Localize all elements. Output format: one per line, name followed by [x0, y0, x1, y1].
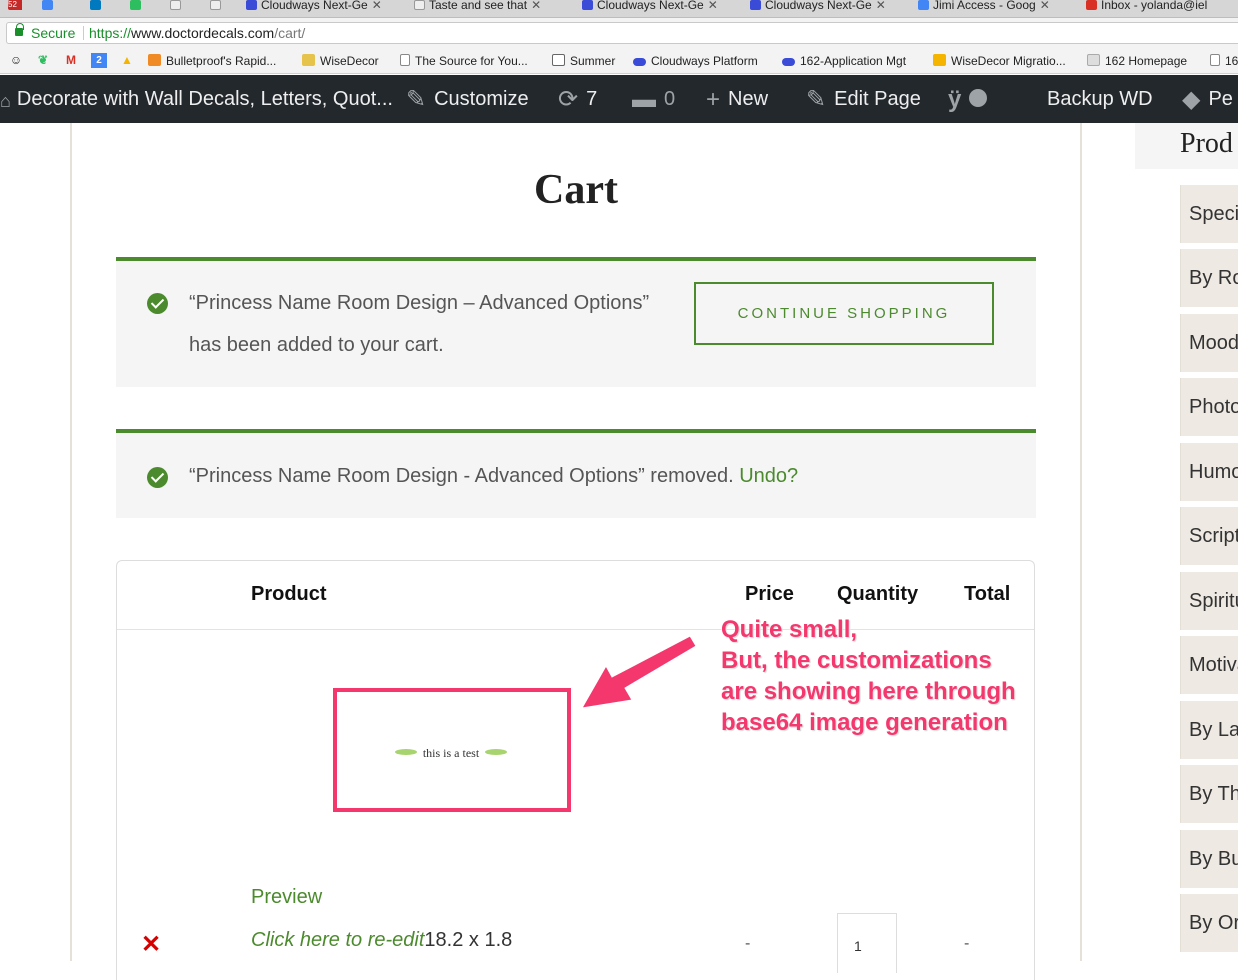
sidebar-category-item[interactable]: Humo — [1180, 443, 1238, 501]
sidebar-category-item[interactable]: By Th — [1180, 765, 1238, 823]
sidebar-category-item[interactable]: By Or — [1180, 894, 1238, 952]
sidebar-category-item[interactable]: Script — [1180, 507, 1238, 565]
annotation-text: Quite small, But, the customizations are… — [721, 614, 1041, 738]
sidebar-category-item[interactable]: Spiritu — [1180, 572, 1238, 630]
sidebar-category-item[interactable]: Speci — [1180, 185, 1238, 243]
sidebar-category-item[interactable]: By Ro — [1180, 249, 1238, 307]
annotation-line: base64 image generation — [721, 709, 1008, 736]
annotation-arrow-icon — [581, 635, 697, 709]
annotation-line: But, the customizations — [721, 647, 992, 674]
sidebar-heading: Prod — [1135, 123, 1238, 169]
sidebar-category-item[interactable]: Photo — [1180, 378, 1238, 436]
sidebar-category-item[interactable]: By Bu — [1180, 830, 1238, 888]
annotation-line: are showing here through — [721, 678, 1016, 705]
annotation-line: Quite small, — [721, 616, 858, 643]
sidebar-category-item[interactable]: By La — [1180, 701, 1238, 759]
sidebar-category-item[interactable]: Motiva — [1180, 636, 1238, 694]
sidebar-category-item[interactable]: Mood — [1180, 314, 1238, 372]
